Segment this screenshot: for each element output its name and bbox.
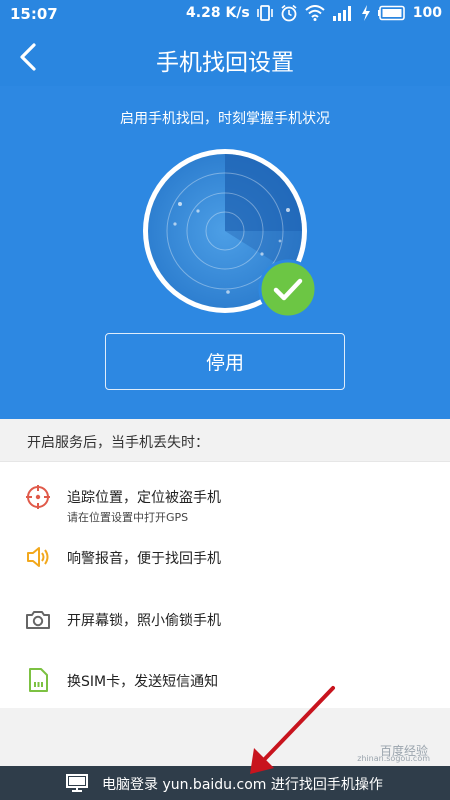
list-item-screen-lock: 开屏幕锁，照小偷锁手机 — [0, 586, 450, 648]
alarm-icon — [281, 4, 297, 22]
signal-icon — [332, 6, 351, 21]
network-speed: 4.28 K/s — [186, 5, 250, 21]
feature-title: 追踪位置，定位被盗手机 — [67, 490, 221, 506]
battery-icon — [377, 5, 405, 21]
feature-title: 开屏幕锁，照小偷锁手机 — [67, 613, 221, 629]
feature-subtitle: 请在位置设置中打开GPS — [67, 511, 189, 524]
battery-level: 100 — [412, 5, 442, 21]
page-title: 手机找回设置 — [156, 50, 294, 76]
camera-icon — [26, 611, 50, 629]
app-bar: 手机找回设置 — [0, 28, 450, 86]
check-icon — [258, 259, 318, 319]
feature-title: 换SIM卡，发送短信通知 — [67, 674, 219, 690]
list-item-track-location: 追踪位置，定位被盗手机 请在位置设置中打开GPS — [0, 462, 450, 524]
vibrate-icon — [256, 5, 273, 21]
status-icons: 4.28 K/s 100 — [186, 4, 442, 22]
status-bar: 15:07 4.28 K/s 100 — [0, 0, 450, 28]
wifi-icon — [305, 5, 325, 21]
hero-subtitle: 启用手机找回，时刻掌握手机状况 — [120, 111, 330, 127]
sim-card-icon — [29, 668, 48, 692]
feature-list: 追踪位置，定位被盗手机 请在位置设置中打开GPS 响警报音，便于找回手机 开屏幕… — [0, 462, 450, 708]
monitor-icon — [66, 774, 88, 792]
hero-panel: 启用手机找回，时刻掌握手机状况 停用 — [0, 86, 450, 419]
crosshair-icon — [26, 485, 50, 509]
section-header: 开启服务后，当手机丢失时： — [0, 419, 450, 462]
list-item-sim-change: 换SIM卡，发送短信通知 — [0, 648, 450, 708]
disable-button[interactable]: 停用 — [105, 333, 345, 390]
bottom-bar[interactable]: 电脑登录 yun.baidu.com 进行找回手机操作 — [0, 766, 450, 800]
watermark-url: zhinan.sogou.com — [357, 754, 430, 763]
status-time: 15:07 — [10, 5, 58, 23]
feature-title: 响警报音，便于找回手机 — [67, 551, 221, 567]
list-item-alarm-sound: 响警报音，便于找回手机 — [0, 524, 450, 586]
annotation-arrow-icon — [250, 686, 335, 774]
charging-icon — [361, 5, 370, 21]
speaker-icon — [27, 547, 49, 567]
